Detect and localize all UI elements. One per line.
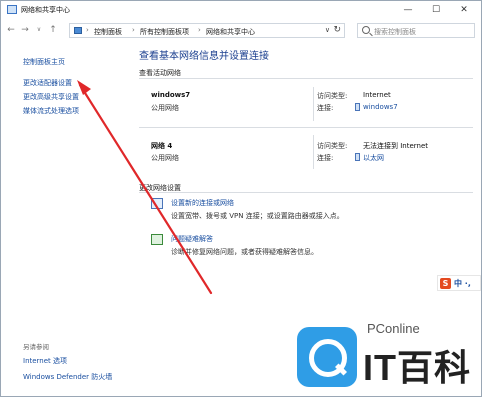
setup-new-connection-link[interactable]: 设置新的连接或网络 bbox=[171, 198, 234, 208]
control-panel-icon bbox=[74, 27, 82, 34]
network-center-icon bbox=[7, 5, 17, 14]
ime-mode-text: 中 ·, bbox=[454, 279, 471, 288]
recent-locations-dropdown[interactable]: ∨ bbox=[33, 24, 45, 36]
maximize-button[interactable]: ☐ bbox=[425, 3, 447, 17]
sidebar: 控制面板主页 更改适配器设置 更改高级共享设置 媒体流式处理选项 另请参阅 In… bbox=[1, 41, 131, 396]
sidebar-item-media-streaming[interactable]: 媒体流式处理选项 bbox=[23, 106, 79, 116]
section-divider bbox=[139, 192, 473, 193]
up-button[interactable]: ↑ bbox=[47, 24, 59, 36]
breadcrumb-network-center[interactable]: 网络和共享中心 bbox=[206, 27, 255, 37]
breadcrumb-separator: › bbox=[132, 26, 135, 34]
column-divider bbox=[313, 87, 314, 121]
troubleshoot-desc: 诊断并修复网络问题，或者获得疑难解答信息。 bbox=[171, 248, 318, 256]
access-type-label: 访问类型: bbox=[317, 92, 348, 100]
window-title: 网络和共享中心 bbox=[21, 6, 70, 14]
breadcrumb-all-items[interactable]: 所有控制面板项 bbox=[140, 27, 189, 37]
sidebar-item-change-adapter[interactable]: 更改适配器设置 bbox=[23, 78, 72, 88]
forward-button[interactable]: → bbox=[19, 24, 31, 36]
sidebar-item-control-panel-home[interactable]: 控制面板主页 bbox=[23, 57, 65, 67]
connection-link-ethernet[interactable]: 以太网 bbox=[363, 153, 384, 163]
column-divider bbox=[313, 135, 314, 169]
minimize-button[interactable]: — bbox=[397, 3, 419, 17]
network-name: windows7 bbox=[151, 91, 191, 99]
search-icon bbox=[362, 26, 370, 34]
back-button[interactable]: ← bbox=[5, 24, 17, 36]
close-button[interactable]: ✕ bbox=[453, 3, 475, 17]
address-dropdown[interactable]: ∨ bbox=[325, 26, 330, 34]
network-sharing-window: 网络和共享中心 — ☐ ✕ ← → ∨ ↑ › 控制面板 › 所有控制面板项 ›… bbox=[0, 0, 482, 397]
sidebar-item-internet-options[interactable]: Internet 选项 bbox=[23, 356, 67, 366]
page-title: 查看基本网络信息并设置连接 bbox=[139, 51, 269, 62]
connection-label: 连接: bbox=[317, 154, 334, 162]
access-type-value: Internet bbox=[363, 91, 391, 99]
pconline-logo-icon bbox=[297, 327, 357, 387]
connection-label: 连接: bbox=[317, 104, 334, 112]
ime-status-badge[interactable]: S 中 ·, bbox=[437, 275, 481, 291]
sidebar-item-advanced-sharing[interactable]: 更改高级共享设置 bbox=[23, 92, 79, 102]
active-networks-label: 查看活动网络 bbox=[139, 69, 181, 77]
ethernet-icon bbox=[355, 153, 360, 161]
navigation-bar: ← → ∨ ↑ › 控制面板 › 所有控制面板项 › 网络和共享中心 ∨ ↻ 搜… bbox=[1, 22, 481, 40]
breadcrumb-separator: › bbox=[198, 26, 201, 34]
search-input[interactable]: 搜索控制面板 bbox=[357, 23, 475, 38]
network-category: 公用网络 bbox=[151, 104, 179, 112]
network-setup-icon bbox=[151, 198, 163, 209]
access-type-value: 无法连接到 Internet bbox=[363, 142, 429, 150]
troubleshoot-link[interactable]: 问题疑难解答 bbox=[171, 234, 213, 244]
watermark-brand: PConline bbox=[367, 321, 420, 336]
section-divider bbox=[139, 78, 473, 79]
connection-link-windows7[interactable]: windows7 bbox=[363, 103, 398, 111]
wifi-signal-icon bbox=[355, 103, 360, 111]
watermark-title: IT百科 bbox=[363, 347, 471, 388]
sogou-ime-icon: S bbox=[440, 278, 451, 289]
address-bar[interactable]: › 控制面板 › 所有控制面板项 › 网络和共享中心 ∨ ↻ bbox=[69, 23, 345, 38]
search-placeholder: 搜索控制面板 bbox=[374, 28, 416, 36]
breadcrumb-separator: › bbox=[86, 26, 89, 34]
breadcrumb-control-panel[interactable]: 控制面板 bbox=[94, 27, 122, 37]
pconline-watermark: PConline IT百科 bbox=[297, 319, 482, 389]
setup-new-connection-desc: 设置宽带、拨号或 VPN 连接；或设置路由器或接入点。 bbox=[171, 212, 344, 220]
sidebar-item-defender-firewall[interactable]: Windows Defender 防火墙 bbox=[23, 372, 112, 382]
section-divider bbox=[139, 127, 473, 128]
access-type-label: 访问类型: bbox=[317, 142, 348, 150]
network-name: 网络 4 bbox=[151, 142, 173, 150]
see-also-heading: 另请参阅 bbox=[23, 343, 49, 351]
refresh-button[interactable]: ↻ bbox=[333, 25, 341, 35]
title-bar: 网络和共享中心 — ☐ ✕ bbox=[1, 1, 481, 19]
troubleshoot-icon bbox=[151, 234, 163, 245]
network-category: 公用网络 bbox=[151, 154, 179, 162]
